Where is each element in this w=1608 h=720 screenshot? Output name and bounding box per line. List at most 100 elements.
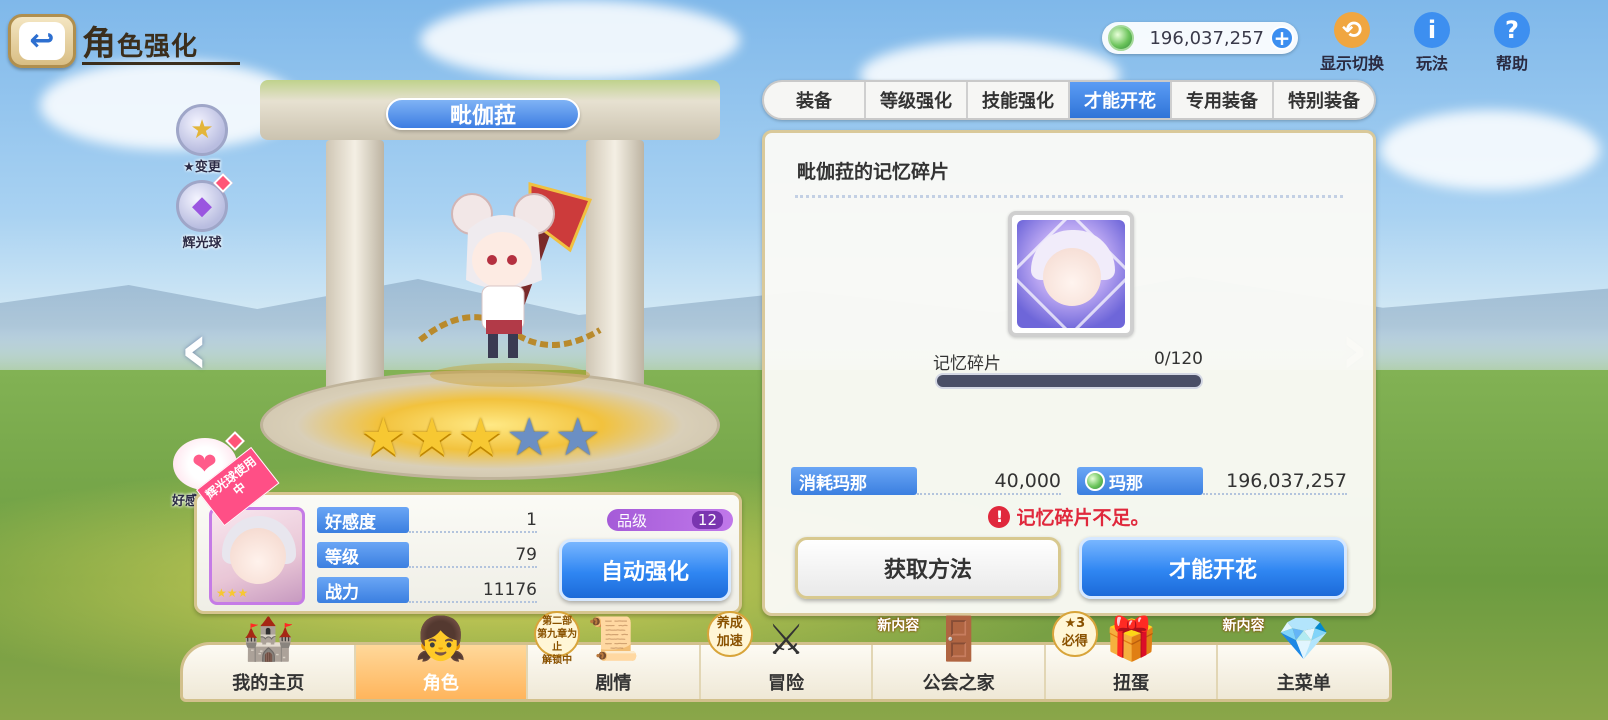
stat-row-power: 战力 11176 — [317, 577, 537, 603]
castle-icon: 🏰 — [242, 614, 295, 663]
character-name-plate: 毗伽菈 — [386, 98, 580, 130]
story-badge: 第二部 第九章为止 解锁中 — [534, 611, 581, 666]
cost-label: 消耗玛那 — [791, 467, 917, 495]
mana-coin-icon — [1085, 471, 1105, 491]
enhance-tabs: 装备 等级强化 技能强化 才能开花 专用装备 特别装备 — [762, 80, 1376, 120]
stat-value: 79 — [409, 542, 537, 568]
progress-count: 0/120 — [1154, 349, 1203, 369]
tab-5[interactable]: 特别装备 — [1274, 82, 1374, 118]
star-empty-icon: ★ — [554, 408, 602, 468]
nav-item-5[interactable]: 🎁 扭蛋 ★3 必得 — [1046, 611, 1219, 699]
mana-coin-icon — [1108, 25, 1134, 51]
character-icon: 👧 — [414, 614, 467, 663]
gameplay-button[interactable]: i 玩法 — [1414, 12, 1450, 74]
help-label: 帮助 — [1495, 54, 1528, 73]
tab-3[interactable]: 才能开花 — [1070, 82, 1172, 118]
panel-title: 毗伽菈的记忆碎片 — [797, 161, 950, 183]
portrait-stars-icon: ★★★ — [216, 586, 249, 600]
title-underline — [82, 62, 240, 65]
nav-label: 我的主页 — [232, 673, 305, 694]
mana-amount: 196,037,257 — [1149, 27, 1264, 49]
nav-label: 角色 — [422, 673, 459, 694]
adventure-badge: 养成 加速 — [706, 611, 753, 657]
insufficient-shards-warning: ! 记忆碎片不足。 — [765, 503, 1373, 530]
character-stats-panel: ★★★ 好感度 1 等级 79 战力 11176 品级 12 自动强化 — [194, 492, 742, 614]
mana-cost-row: 消耗玛那 40,000 — [791, 467, 1061, 495]
nav-label: 剧情 — [595, 673, 632, 694]
tab-4[interactable]: 专用装备 — [1172, 82, 1274, 118]
memory-shard-item[interactable] — [1008, 211, 1134, 337]
warning-icon: ! — [988, 505, 1011, 528]
sword-icon: ⚔ — [767, 614, 805, 664]
stat-label: 等级 — [317, 542, 409, 568]
memory-shard-icon — [1017, 220, 1125, 328]
nav-label: 扭蛋 — [1113, 673, 1150, 694]
divider — [795, 195, 1343, 198]
display-toggle-label: 显示切换 — [1320, 54, 1385, 73]
glow-orb-label: 辉光球 — [182, 236, 222, 251]
character-sprite — [418, 182, 602, 387]
cost-value: 40,000 — [917, 467, 1061, 495]
glow-orb-button[interactable]: ◆ 辉光球 — [176, 173, 233, 251]
star-filled-icon: ★ — [408, 408, 456, 468]
rank-label: 品级 — [617, 511, 648, 530]
mana-owned-value: 196,037,257 — [1203, 467, 1347, 495]
nav-label: 公会之家 — [922, 673, 995, 694]
tab-2[interactable]: 技能强化 — [968, 82, 1070, 118]
nav-item-1[interactable]: 👧 角色 — [355, 614, 529, 699]
mana-currency-display: 196,037,257 + — [1102, 22, 1298, 54]
stat-value: 11176 — [409, 577, 537, 603]
nav-item-0[interactable]: 🏰 我的主页 — [183, 614, 356, 699]
obtain-method-button[interactable]: 获取方法 — [795, 537, 1061, 599]
mana-owned-row: 玛那 196,037,257 — [1077, 467, 1347, 495]
progress-label: 记忆碎片 — [933, 354, 1001, 374]
talent-bloom-button[interactable]: 才能开花 — [1079, 537, 1347, 599]
star-change-label: ★变更 — [183, 160, 221, 175]
back-button[interactable]: ↩ — [8, 14, 76, 68]
new-content-tag: 新内容 — [1222, 618, 1265, 634]
stat-row-level: 等级 79 — [317, 542, 537, 568]
rarity-stars: ★ ★ ★ ★ ★ — [360, 412, 601, 464]
stat-label: 好感度 — [317, 507, 409, 533]
rank-badge: 品级 12 — [607, 509, 733, 531]
rank-value: 12 — [691, 511, 723, 529]
plus-icon[interactable]: + — [1270, 26, 1294, 50]
nav-label: 主菜单 — [1276, 673, 1331, 694]
nav-item-4[interactable]: 🚪 新内容公会之家 — [873, 614, 1046, 699]
crystal-icon: 💎 — [1277, 614, 1330, 663]
star-change-icon: ★ — [176, 104, 228, 156]
stat-row-affection: 好感度 1 — [317, 507, 537, 533]
mana-label: 玛那 — [1109, 473, 1143, 494]
gacha-icon: 🎁 — [1105, 614, 1158, 663]
nav-item-2[interactable]: 📜 剧情 第二部 第九章为止 解锁中 — [528, 611, 701, 699]
star-filled-icon: ★ — [360, 408, 407, 468]
stat-label: 战力 — [317, 577, 409, 603]
bottom-navigation: 🏰 我的主页 👧 角色 📜 剧情 第二部 第九章为止 解锁中 ⚔ 冒险 养成 加速 🚪 新内容公会之家… — [180, 611, 1392, 702]
display-toggle-icon: ⟲ — [1334, 12, 1370, 48]
mana-owned-label-box: 玛那 — [1077, 467, 1203, 495]
page-title: 角色强化 — [82, 24, 199, 64]
star-change-button[interactable]: ★ ★变更 — [176, 104, 228, 175]
tab-1[interactable]: 等级强化 — [866, 82, 968, 118]
portrait-face — [230, 528, 286, 584]
nav-item-6[interactable]: 💎 新内容主菜单 — [1218, 614, 1389, 699]
nav-label: 冒险 — [768, 673, 805, 694]
back-arrow-icon: ↩ — [29, 23, 55, 58]
info-icon: i — [1414, 12, 1450, 48]
previous-character-arrow-icon[interactable]: ‹ — [180, 314, 209, 384]
display-toggle-button[interactable]: ⟲ 显示切换 — [1320, 12, 1384, 74]
guild-door-icon: 🚪 — [932, 614, 985, 663]
star-empty-icon: ★ — [505, 408, 553, 468]
help-button[interactable]: ? 帮助 — [1494, 12, 1530, 74]
nav-item-3[interactable]: ⚔ 冒险 养成 加速 — [701, 611, 874, 699]
new-content-tag: 新内容 — [877, 618, 920, 634]
talent-bloom-panel: 毗伽菈的记忆碎片 记忆碎片 0/120 消耗玛那 40,000 玛那 196,0… — [762, 130, 1376, 616]
tab-0[interactable]: 装备 — [764, 82, 866, 118]
stat-value: 1 — [409, 507, 537, 533]
memory-shard-progress-bar — [935, 373, 1203, 389]
auto-enhance-button[interactable]: 自动强化 — [559, 539, 731, 601]
character-name: 毗伽菈 — [449, 104, 516, 129]
warning-text: 记忆碎片不足。 — [1016, 507, 1150, 529]
scroll-icon: 📜 — [587, 614, 640, 663]
help-icon: ? — [1494, 12, 1530, 48]
